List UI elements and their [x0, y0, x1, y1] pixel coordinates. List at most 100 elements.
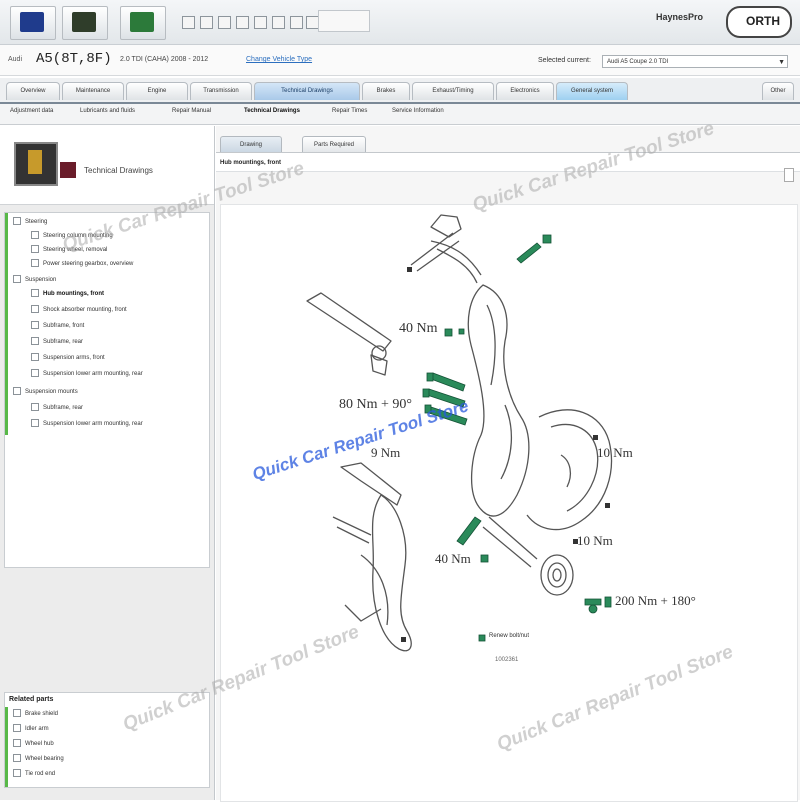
tab-exhaust[interactable]: Exhaust/Timing	[412, 82, 494, 100]
left-panel-title: Technical Drawings	[84, 166, 153, 175]
checkbox[interactable]	[31, 321, 39, 330]
tree-item[interactable]: Subframe, rear	[31, 401, 83, 415]
checkbox[interactable]	[31, 259, 39, 268]
nut-40nm	[444, 328, 453, 337]
parts-button[interactable]	[120, 6, 166, 40]
tab-brakes[interactable]: Brakes	[362, 82, 410, 100]
tab-other[interactable]: Other	[762, 82, 794, 100]
tree-item-selected[interactable]: Hub mountings, front	[31, 287, 104, 301]
vehicle-button[interactable]	[62, 6, 108, 40]
vehicle-prefix: Audi	[8, 56, 23, 63]
tab-overview[interactable]: Overview	[6, 82, 60, 100]
favorite-icon[interactable]	[254, 16, 267, 29]
related-item[interactable]: Tie rod end	[13, 767, 55, 781]
tree-item[interactable]: Suspension arms, front	[31, 351, 105, 365]
related-item[interactable]: Wheel bearing	[13, 752, 64, 766]
settings-icon[interactable]	[290, 16, 303, 29]
steering-knuckle	[467, 284, 530, 517]
checkbox[interactable]	[13, 387, 21, 396]
tree-label: Suspension lower arm mounting, rear	[43, 421, 143, 427]
tree-label: Shock absorber mounting, front	[43, 307, 127, 313]
related-item[interactable]: Idler arm	[13, 722, 49, 736]
main-tabs: Overview Maintenance Engine Transmission…	[0, 78, 800, 104]
tree-item[interactable]: Subframe, front	[31, 319, 84, 333]
torque-label: 80 Nm + 90°	[339, 397, 412, 412]
tree-item[interactable]: Suspension lower arm mounting, rear	[31, 367, 143, 381]
sub-tabs: Adjustment data Lubricants and fluids Re…	[0, 104, 800, 125]
tab-transmission[interactable]: Transmission	[190, 82, 252, 100]
chevron-down-icon: ▼	[778, 59, 785, 66]
vehicle-select[interactable]: Audi A5 Coupe 2.0 TDI ▼	[602, 55, 788, 68]
checkbox[interactable]	[31, 245, 39, 254]
checkbox[interactable]	[31, 305, 39, 314]
subtab-service-information[interactable]: Service Information	[392, 108, 444, 114]
tree-item[interactable]: Suspension mounts	[13, 385, 78, 399]
change-vehicle-link[interactable]: Change Vehicle Type	[246, 56, 312, 63]
subtab-adjustment-data[interactable]: Adjustment data	[10, 108, 53, 114]
tab-parts-required[interactable]: Parts Required	[302, 136, 366, 153]
stabilizer-link	[332, 516, 372, 544]
tab-electronics[interactable]: Electronics	[496, 82, 554, 100]
related-indicator	[5, 707, 8, 787]
checkbox[interactable]	[13, 769, 21, 778]
tab-technical-drawings[interactable]: Technical Drawings	[254, 82, 360, 100]
toolbar: HaynesPro ORTH	[0, 0, 800, 45]
tree-label: Suspension arms, front	[43, 355, 105, 361]
subtab-repair-manual[interactable]: Repair Manual	[172, 108, 211, 114]
hub-assembly-drawing	[306, 214, 613, 652]
checkbox[interactable]	[31, 231, 39, 240]
subtab-lubricants[interactable]: Lubricants and fluids	[80, 108, 135, 114]
checkbox[interactable]	[13, 275, 21, 284]
account-box[interactable]	[318, 10, 370, 32]
tab-general-system[interactable]: General system	[556, 82, 628, 100]
drawing-code: 1002361	[495, 657, 519, 663]
checkbox[interactable]	[13, 217, 21, 226]
related-item[interactable]: Wheel hub	[13, 737, 54, 751]
checkbox[interactable]	[31, 369, 39, 378]
bolt-200nm	[584, 598, 602, 606]
checkbox[interactable]	[13, 709, 21, 718]
checkbox[interactable]	[13, 739, 21, 748]
related-label: Wheel bearing	[25, 756, 64, 762]
forward-icon[interactable]	[200, 16, 213, 29]
checkbox[interactable]	[31, 337, 39, 346]
vehicle-model: A5(8T,8F)	[36, 51, 112, 67]
tab-drawing[interactable]: Drawing	[220, 136, 282, 153]
tree-item[interactable]: Shock absorber mounting, front	[31, 303, 127, 317]
car-logo-icon	[20, 12, 44, 32]
tree-item[interactable]: Power steering gearbox, overview	[31, 257, 133, 271]
checkbox[interactable]	[31, 289, 39, 298]
checkbox[interactable]	[31, 419, 39, 428]
drawing-tree: Steering Steering column mounting Steeri…	[4, 212, 210, 568]
print-icon[interactable]	[218, 16, 231, 29]
screw-lower	[401, 637, 406, 642]
tree-item[interactable]: Suspension	[13, 273, 56, 287]
technical-drawing[interactable]: 40 Nm 80 Nm + 90° 9 Nm 10 Nm 10 Nm 40 Nm…	[220, 204, 798, 802]
tree-label: Power steering gearbox, overview	[43, 261, 134, 267]
related-item[interactable]: Brake shield	[13, 707, 58, 721]
upper-ball-joint	[430, 214, 462, 238]
subtab-technical-drawings[interactable]: Technical Drawings	[244, 108, 300, 114]
checkbox[interactable]	[31, 403, 39, 412]
home-button[interactable]	[10, 6, 56, 40]
bolt-80nm-a	[430, 372, 466, 392]
bolt-upper	[516, 242, 542, 264]
tab-engine[interactable]: Engine	[126, 82, 188, 100]
torque-label: 10 Nm	[597, 445, 633, 460]
select-label: Selected current:	[538, 57, 591, 64]
checkbox[interactable]	[31, 353, 39, 362]
zoom-icon[interactable]	[272, 16, 285, 29]
tree-item[interactable]: Subframe, rear	[31, 335, 83, 349]
tree-item[interactable]: Suspension lower arm mounting, rear	[31, 417, 143, 431]
subtab-repair-times[interactable]: Repair Times	[332, 108, 367, 114]
tab-maintenance[interactable]: Maintenance	[62, 82, 124, 100]
checkbox[interactable]	[13, 754, 21, 763]
bolt-head	[542, 234, 552, 244]
edit-icon[interactable]	[236, 16, 249, 29]
legend-text: Renew bolt/nut	[489, 633, 530, 639]
tree-item[interactable]: Steering	[13, 215, 47, 229]
track-rod	[306, 292, 392, 352]
checkbox[interactable]	[13, 724, 21, 733]
back-icon[interactable]	[182, 16, 195, 29]
scroll-icon[interactable]	[784, 168, 794, 182]
